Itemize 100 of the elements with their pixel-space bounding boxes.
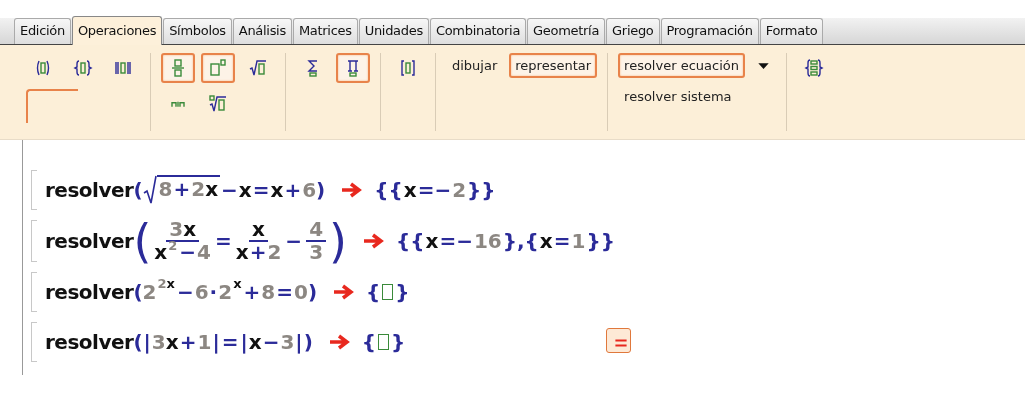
formula-operator: =−	[416, 178, 453, 202]
formula-number: 1	[197, 330, 212, 354]
formula-operator: {	[365, 280, 382, 304]
formula-number: 8	[158, 177, 173, 201]
tab[interactable]: Programación	[660, 18, 759, 44]
formula-operator: =	[275, 280, 294, 304]
formula-operator: −	[220, 178, 239, 202]
formula-operator: |	[294, 330, 304, 354]
matrix-icon	[803, 58, 824, 78]
formula-operator: =	[220, 330, 240, 354]
command-name: resolver	[45, 280, 134, 304]
formula-operator: {{	[395, 229, 426, 253]
formula-operator: −	[261, 330, 281, 354]
tab[interactable]: Edición	[14, 18, 71, 44]
formula-operator: |	[239, 330, 249, 354]
formula-operator: },{	[501, 229, 540, 253]
formula-number: 4	[309, 217, 324, 241]
formula-variable: x	[166, 275, 175, 291]
formula-number: 8	[261, 280, 276, 304]
formula-number: 3	[280, 330, 295, 354]
formula-variable: x	[425, 229, 439, 253]
command-name: resolver	[45, 178, 134, 202]
toolbar-button[interactable]: resolver sistema	[618, 84, 738, 109]
tab[interactable]: Griego	[606, 18, 660, 44]
product-button[interactable]	[336, 53, 370, 83]
formula-number: 1	[571, 229, 586, 253]
tab[interactable]: Operaciones	[71, 16, 163, 45]
formula-operator: }}	[466, 178, 497, 202]
parenthesis: (	[133, 330, 143, 354]
square-root-icon	[248, 58, 268, 78]
formula-operator: +	[178, 330, 198, 354]
formula-variable: x	[205, 177, 219, 201]
tab[interactable]: Símbolos	[163, 18, 232, 44]
formula-number: 6	[194, 280, 209, 304]
formula-operator: −	[175, 280, 195, 304]
bracket-icon	[398, 58, 418, 78]
formula-operator: =	[251, 178, 271, 202]
parenthesis: )	[329, 218, 347, 264]
formula-operator: −	[178, 240, 198, 264]
formula-number: 2	[142, 280, 157, 304]
formula-operator: {{	[373, 178, 404, 202]
formula-operator: |	[142, 330, 152, 354]
formula-variable: x	[238, 178, 252, 202]
formula-operator: +	[242, 280, 262, 304]
formula-variable: x	[233, 275, 242, 291]
formula-number: 2	[191, 177, 206, 201]
formula-number: 3	[151, 330, 166, 354]
placeholder-box	[378, 334, 390, 350]
toolbar-button[interactable]: dibujar	[446, 53, 504, 78]
tab[interactable]: Unidades	[358, 18, 429, 44]
parenthesis: )	[303, 330, 313, 354]
placeholder-box	[382, 284, 394, 300]
formula-variable: x	[165, 330, 179, 354]
tab[interactable]: Matrices	[292, 18, 358, 44]
formula-number: 3	[309, 240, 324, 264]
arrow-icon	[339, 182, 364, 198]
formula-operator: {	[360, 330, 378, 354]
formula-number: 2	[157, 275, 167, 291]
formula-variable: x	[252, 217, 265, 241]
formula-operator: }	[394, 280, 411, 304]
formula-variable: x	[539, 229, 553, 253]
template-icon	[171, 100, 185, 108]
formula-operator: =−	[438, 229, 474, 253]
arrow-icon	[361, 233, 385, 249]
formula-number: 2	[218, 280, 233, 304]
braces-icon	[73, 58, 93, 78]
formula-number: 2	[267, 240, 282, 264]
parenthesis: (	[133, 178, 143, 202]
formula-operator: +	[248, 240, 268, 264]
formula-number: 3	[169, 217, 184, 241]
toolbar-button[interactable]: representar	[509, 53, 598, 78]
formula-operator: −	[284, 229, 304, 253]
toolbar-button[interactable]: resolver ecuación	[618, 53, 745, 78]
tab[interactable]: Combinatoria	[429, 18, 527, 44]
formula-operator: }	[390, 330, 407, 354]
arrow-icon	[331, 284, 356, 300]
formula-variable: x	[248, 330, 262, 354]
command-name: resolver	[45, 330, 134, 354]
parenthesis: )	[307, 280, 318, 304]
power-icon	[208, 58, 228, 78]
formula-operator: =	[552, 229, 572, 253]
formula-operator: +	[283, 178, 303, 202]
formula-variable: x	[270, 178, 284, 202]
command-name: resolver	[45, 229, 134, 253]
menu-button[interactable]	[606, 328, 631, 353]
formula-number: 6	[302, 178, 317, 202]
formula-operator: +	[172, 177, 192, 201]
tab[interactable]: Formato	[759, 18, 824, 44]
formula-number: 2	[452, 178, 467, 202]
parenthesis: (	[133, 280, 143, 304]
formula-operator: ·	[208, 280, 219, 304]
nth-root-icon	[208, 94, 228, 114]
formula-operator: }}	[585, 229, 616, 253]
formula-variable: x	[235, 240, 249, 264]
formula-operator: |	[211, 330, 221, 354]
tab[interactable]: Geometría	[527, 18, 606, 44]
parenthesis: )	[316, 178, 326, 202]
formula-variable: x	[403, 178, 417, 202]
formula-operator: =	[214, 229, 233, 253]
tab[interactable]: Análisis	[232, 18, 292, 44]
